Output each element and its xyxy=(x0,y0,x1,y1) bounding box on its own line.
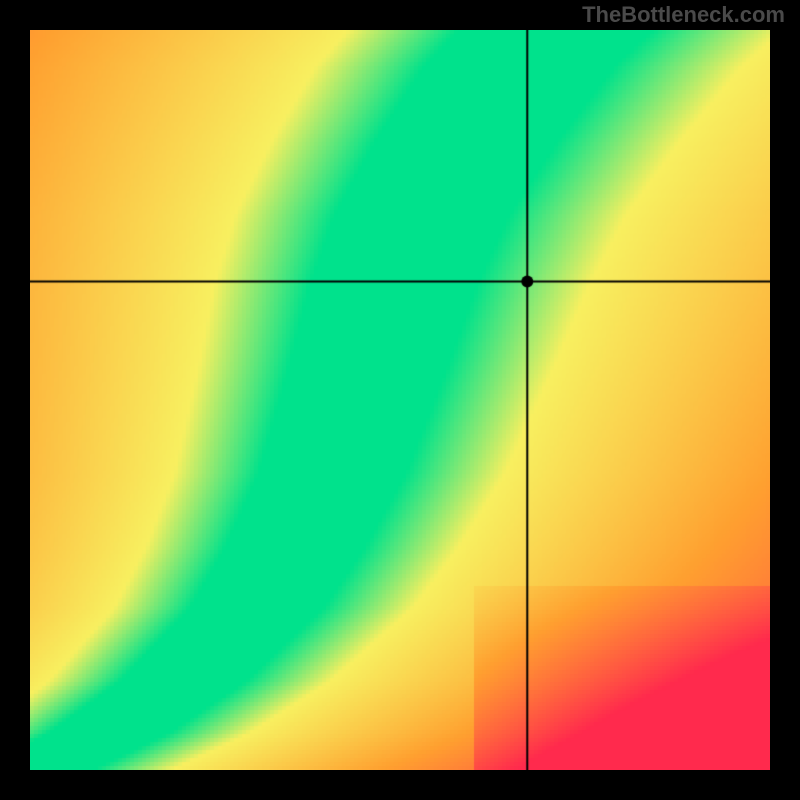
bottleneck-heatmap xyxy=(30,30,770,770)
chart-container: TheBottleneck.com xyxy=(0,0,800,800)
watermark-text: TheBottleneck.com xyxy=(582,2,785,28)
